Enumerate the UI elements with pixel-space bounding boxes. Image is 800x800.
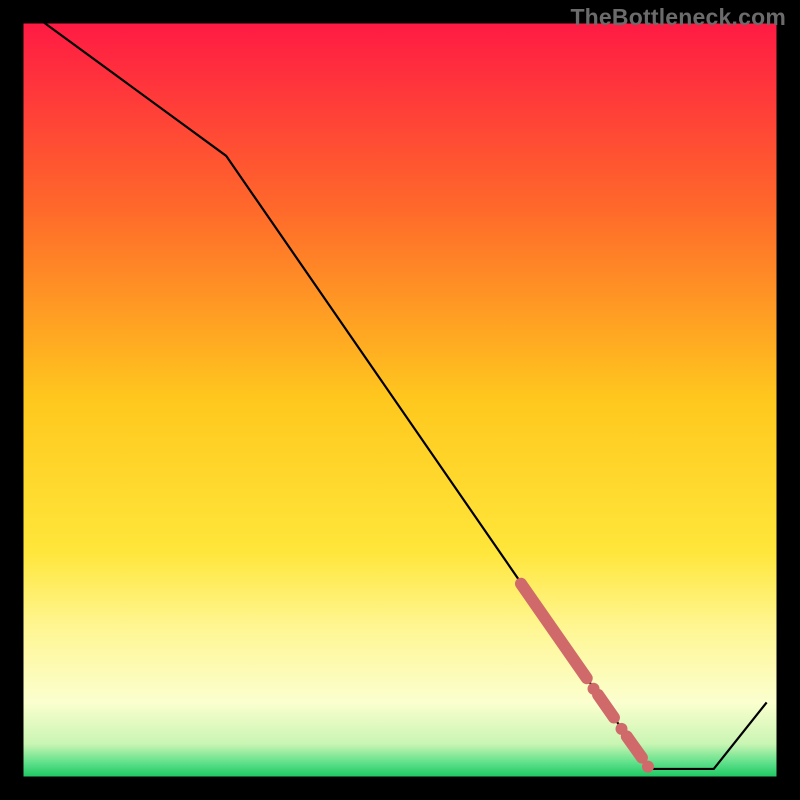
bottleneck-chart	[0, 0, 800, 800]
watermark-text: TheBottleneck.com	[570, 4, 786, 31]
chart-container: TheBottleneck.com	[0, 0, 800, 800]
plot-background	[22, 22, 778, 778]
